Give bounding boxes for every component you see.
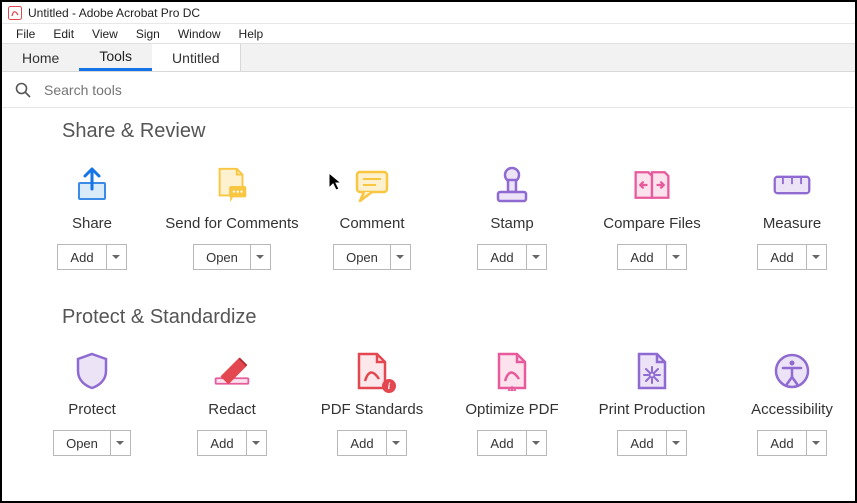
menu-file[interactable]: File	[8, 25, 43, 43]
tool-label: Protect	[68, 401, 116, 418]
tool-label: Print Production	[599, 401, 706, 418]
tool-compare-files[interactable]: Compare Files Add	[582, 165, 722, 270]
chevron-down-icon	[672, 255, 680, 259]
stamp-icon	[492, 165, 532, 205]
window-title: Untitled - Adobe Acrobat Pro DC	[28, 6, 200, 20]
dropdown-button[interactable]	[387, 430, 407, 456]
dropdown-button[interactable]	[807, 430, 827, 456]
chevron-down-icon	[396, 255, 404, 259]
dropdown-button[interactable]	[391, 244, 411, 270]
tool-label: Optimize PDF	[465, 401, 558, 418]
add-button[interactable]: Add	[197, 430, 246, 456]
measure-icon	[772, 165, 812, 205]
section-title-protect-standardize: Protect & Standardize	[2, 298, 855, 329]
dropdown-button[interactable]	[667, 244, 687, 270]
add-button[interactable]: Add	[617, 244, 666, 270]
dropdown-button[interactable]	[527, 244, 547, 270]
search-icon	[14, 81, 32, 99]
tool-label: Redact	[208, 401, 256, 418]
tabbar: Home Tools Untitled	[2, 44, 855, 72]
tool-grid-share-review: Share Add Send for Comments Open Comment…	[2, 143, 855, 298]
chevron-down-icon	[532, 255, 540, 259]
tab-document[interactable]: Untitled	[152, 44, 240, 71]
chevron-down-icon	[672, 441, 680, 445]
tools-panel: Share & Review Share Add Send for Commen…	[2, 108, 855, 501]
add-button[interactable]: Add	[477, 244, 526, 270]
dropdown-button[interactable]	[107, 244, 127, 270]
chevron-down-icon	[812, 441, 820, 445]
menu-help[interactable]: Help	[231, 25, 272, 43]
share-icon	[72, 165, 112, 205]
info-badge-icon	[382, 379, 396, 393]
searchbar	[2, 72, 855, 108]
tool-label: Stamp	[490, 215, 533, 232]
tool-label: Measure	[763, 215, 821, 232]
tab-tools[interactable]: Tools	[79, 44, 152, 71]
tool-measure[interactable]: Measure Add	[722, 165, 855, 270]
tool-share[interactable]: Share Add	[22, 165, 162, 270]
comment-icon	[352, 165, 392, 205]
chevron-down-icon	[812, 255, 820, 259]
menu-sign[interactable]: Sign	[128, 25, 168, 43]
dropdown-button[interactable]	[667, 430, 687, 456]
tool-grid-protect-standardize: Protect Open Redact Add PDF Standards	[2, 329, 855, 484]
redact-icon	[212, 351, 252, 391]
tool-label: Send for Comments	[165, 215, 298, 232]
tool-accessibility[interactable]: Accessibility Add	[722, 351, 855, 456]
search-input[interactable]	[42, 81, 855, 99]
open-button[interactable]: Open	[53, 430, 111, 456]
send-comments-icon	[212, 165, 252, 205]
menubar: File Edit View Sign Window Help	[2, 24, 855, 44]
add-button[interactable]: Add	[757, 430, 806, 456]
tool-comment[interactable]: Comment Open	[302, 165, 442, 270]
tool-label: PDF Standards	[321, 401, 424, 418]
chevron-down-icon	[112, 255, 120, 259]
tool-optimize-pdf[interactable]: Optimize PDF Add	[442, 351, 582, 456]
tool-send-for-comments[interactable]: Send for Comments Open	[162, 165, 302, 270]
compare-icon	[632, 165, 672, 205]
accessibility-icon	[772, 351, 812, 391]
tool-protect[interactable]: Protect Open	[22, 351, 162, 456]
tool-print-production[interactable]: Print Production Add	[582, 351, 722, 456]
chevron-down-icon	[532, 441, 540, 445]
chevron-down-icon	[256, 255, 264, 259]
dropdown-button[interactable]	[247, 430, 267, 456]
chevron-down-icon	[116, 441, 124, 445]
print-prod-icon	[632, 351, 672, 391]
tool-label: Compare Files	[603, 215, 701, 232]
tool-label: Comment	[339, 215, 404, 232]
dropdown-button[interactable]	[807, 244, 827, 270]
dropdown-button[interactable]	[251, 244, 271, 270]
dropdown-button[interactable]	[527, 430, 547, 456]
menu-view[interactable]: View	[84, 25, 126, 43]
menu-window[interactable]: Window	[170, 25, 229, 43]
add-button[interactable]: Add	[57, 244, 106, 270]
section-title-share-review: Share & Review	[2, 112, 855, 143]
add-button[interactable]: Add	[477, 430, 526, 456]
tab-home[interactable]: Home	[2, 44, 79, 71]
tool-label: Share	[72, 215, 112, 232]
chevron-down-icon	[392, 441, 400, 445]
chevron-down-icon	[252, 441, 260, 445]
open-button[interactable]: Open	[333, 244, 391, 270]
dropdown-button[interactable]	[111, 430, 131, 456]
menu-edit[interactable]: Edit	[45, 25, 82, 43]
tool-stamp[interactable]: Stamp Add	[442, 165, 582, 270]
tool-redact[interactable]: Redact Add	[162, 351, 302, 456]
tool-pdf-standards[interactable]: PDF Standards Add	[302, 351, 442, 456]
tool-label: Accessibility	[751, 401, 833, 418]
add-button[interactable]: Add	[617, 430, 666, 456]
optimize-icon	[492, 351, 532, 391]
add-button[interactable]: Add	[757, 244, 806, 270]
acrobat-app-icon	[8, 6, 22, 20]
titlebar: Untitled - Adobe Acrobat Pro DC	[2, 2, 855, 24]
protect-icon	[72, 351, 112, 391]
pdf-standards-icon	[352, 351, 392, 391]
open-button[interactable]: Open	[193, 244, 251, 270]
add-button[interactable]: Add	[337, 430, 386, 456]
